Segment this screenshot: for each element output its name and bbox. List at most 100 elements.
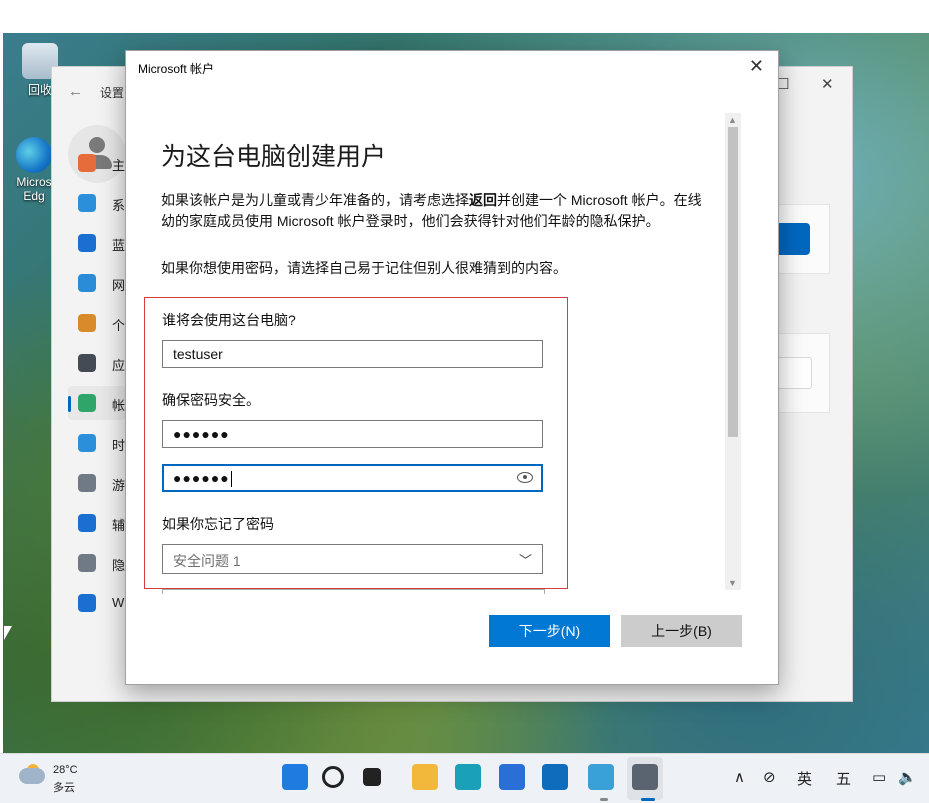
update-icon bbox=[78, 594, 96, 612]
security-question-value: 安全问题 1 bbox=[173, 553, 241, 569]
scrollbar-thumb[interactable] bbox=[728, 127, 738, 437]
sidebar-item-9[interactable]: 辅 bbox=[68, 506, 126, 540]
settings-icon[interactable] bbox=[632, 764, 658, 790]
dialog-title: Microsoft 帐户 bbox=[138, 62, 215, 76]
sidebar-item-label: 游 bbox=[112, 478, 126, 493]
scrollbar[interactable]: ▲ ▼ bbox=[725, 113, 741, 590]
intro-text-part: 如果该帐户是为儿童或青少年准备的，请考虑选择 bbox=[161, 192, 469, 208]
sidebar-item-11[interactable]: W bbox=[68, 586, 126, 620]
secure-label: 确保密码安全。 bbox=[162, 392, 260, 408]
sidebar-item-0[interactable]: 主 bbox=[68, 146, 126, 180]
ime-language[interactable]: 英 bbox=[797, 768, 812, 789]
weather-temp: 28°C bbox=[53, 764, 78, 776]
weather-widget[interactable]: 28°C 多云 bbox=[19, 762, 99, 796]
account-icon bbox=[78, 394, 96, 412]
sidebar-item-label: 蓝 bbox=[112, 238, 126, 253]
settings-field[interactable] bbox=[776, 357, 812, 389]
next-button[interactable]: 下一步(N) bbox=[489, 615, 610, 647]
sidebar-item-label: 主 bbox=[112, 158, 126, 173]
edge-icon bbox=[16, 137, 52, 173]
display-icon bbox=[78, 194, 96, 212]
file-explorer-icon[interactable] bbox=[412, 764, 438, 790]
scroll-up-icon[interactable]: ▲ bbox=[728, 115, 737, 125]
sidebar-item-label: 辅 bbox=[112, 518, 126, 533]
sidebar-item-label: 应 bbox=[112, 358, 126, 373]
password-hint: 如果你想使用密码，请选择自己易于记住但别人很难猜到的内容。 bbox=[161, 260, 567, 276]
running-indicator bbox=[600, 798, 608, 801]
sidebar-item-6[interactable]: 帐 bbox=[68, 386, 126, 420]
sidebar-item-label: 隐 bbox=[112, 558, 126, 573]
username-value: testuser bbox=[173, 346, 223, 362]
back-button[interactable]: 上一步(B) bbox=[621, 615, 742, 647]
security-question-select[interactable]: 安全问题 1 ﹀ bbox=[162, 544, 543, 574]
password-input[interactable]: ●●●●●● bbox=[162, 420, 543, 448]
weather-condition: 多云 bbox=[53, 782, 75, 794]
scroll-down-icon[interactable]: ▼ bbox=[728, 578, 737, 588]
cloud-icon bbox=[19, 768, 45, 784]
bluetooth-icon bbox=[78, 234, 96, 252]
sidebar-item-label: 时 bbox=[112, 438, 126, 453]
settings-primary-button[interactable] bbox=[776, 223, 810, 255]
sidebar-item-5[interactable]: 应 bbox=[68, 346, 126, 380]
sidebar-item-8[interactable]: 游 bbox=[68, 466, 126, 500]
password-value: ●●●●●● bbox=[173, 426, 230, 442]
close-icon[interactable]: ✕ bbox=[749, 56, 764, 77]
answer-input[interactable] bbox=[162, 589, 545, 594]
clock-icon bbox=[78, 434, 96, 452]
intro-text: 如果该帐户是为儿童或青少年准备的，请考虑选择返回并创建一个 Microsoft … bbox=[161, 190, 731, 232]
sidebar-item-2[interactable]: 蓝 bbox=[68, 226, 126, 260]
sidebar-item-3[interactable]: 网 bbox=[68, 266, 126, 300]
back-link-text: 返回 bbox=[469, 192, 497, 208]
sidebar-item-4[interactable]: 个 bbox=[68, 306, 126, 340]
edge-icon[interactable] bbox=[455, 764, 481, 790]
chevron-down-icon: ﹀ bbox=[518, 553, 532, 568]
sidebar-item-label: W bbox=[112, 595, 125, 610]
username-input[interactable]: testuser bbox=[162, 340, 543, 368]
close-icon[interactable]: ✕ bbox=[821, 75, 834, 93]
brush-icon bbox=[78, 314, 96, 332]
intro-text-line2: 幼的家庭成员使用 Microsoft 帐户登录时，他们会获得针对他们年龄的隐私保… bbox=[161, 213, 660, 229]
desktop-icon-label: Micros bbox=[16, 175, 52, 189]
wifi-icon bbox=[78, 274, 96, 292]
task-view-icon[interactable] bbox=[363, 768, 381, 786]
confirm-password-value: ●●●●●● bbox=[173, 470, 230, 486]
desktop-icon-label: Edg bbox=[23, 189, 45, 203]
dialog-titlebar: Microsoft 帐户 ✕ bbox=[126, 51, 778, 83]
shield-icon bbox=[78, 554, 96, 572]
microsoft-account-dialog: Microsoft 帐户 ✕ 为这台电脑创建用户 如果该帐户是为儿童或青少年准备… bbox=[125, 50, 779, 685]
sidebar-item-label: 个 bbox=[112, 318, 126, 333]
tray-overflow-icon[interactable]: ∧ bbox=[734, 768, 745, 786]
sidebar-item-1[interactable]: 系 bbox=[68, 186, 126, 220]
settings-title: 设置 bbox=[100, 86, 125, 100]
sidebar-item-10[interactable]: 隐 bbox=[68, 546, 126, 580]
mouse-cursor bbox=[4, 626, 12, 640]
gamepad-icon bbox=[78, 474, 96, 492]
search-icon[interactable] bbox=[322, 766, 344, 788]
page-title: 为这台电脑创建用户 bbox=[161, 143, 387, 171]
text-caret bbox=[230, 471, 232, 488]
confirm-password-input[interactable]: ●●●●●● bbox=[162, 464, 543, 492]
volume-icon[interactable]: 🔈 bbox=[898, 768, 917, 786]
remote-desktop-icon[interactable] bbox=[588, 764, 614, 790]
apps-icon bbox=[78, 354, 96, 372]
outlook-icon[interactable] bbox=[542, 764, 568, 790]
forgot-label: 如果你忘记了密码 bbox=[162, 516, 274, 532]
active-indicator bbox=[641, 798, 655, 801]
back-arrow-icon[interactable]: ← bbox=[68, 83, 83, 100]
network-offline-icon[interactable]: ⊘ bbox=[763, 768, 776, 786]
display-icon[interactable]: ▭ bbox=[872, 768, 886, 786]
accessibility-icon bbox=[78, 514, 96, 532]
sidebar-item-label: 网 bbox=[112, 278, 126, 293]
desktop-icon-label: 回收 bbox=[27, 83, 52, 97]
who-label: 谁将会使用这台电脑? bbox=[162, 312, 296, 328]
intro-text-part: 并创建一个 Microsoft 帐户。在线 bbox=[497, 192, 702, 208]
taskbar: 28°C 多云 ∧ ⊘ 英 五 ▭ 🔈 bbox=[0, 753, 929, 803]
sidebar-item-label: 帐 bbox=[112, 398, 126, 413]
reveal-password-icon[interactable] bbox=[517, 472, 533, 483]
home-icon bbox=[78, 154, 96, 172]
ime-mode[interactable]: 五 bbox=[836, 768, 851, 789]
start-icon[interactable] bbox=[282, 764, 308, 790]
sidebar-item-label: 系 bbox=[112, 198, 126, 213]
store-icon[interactable] bbox=[499, 764, 525, 790]
sidebar-item-7[interactable]: 时 bbox=[68, 426, 126, 460]
